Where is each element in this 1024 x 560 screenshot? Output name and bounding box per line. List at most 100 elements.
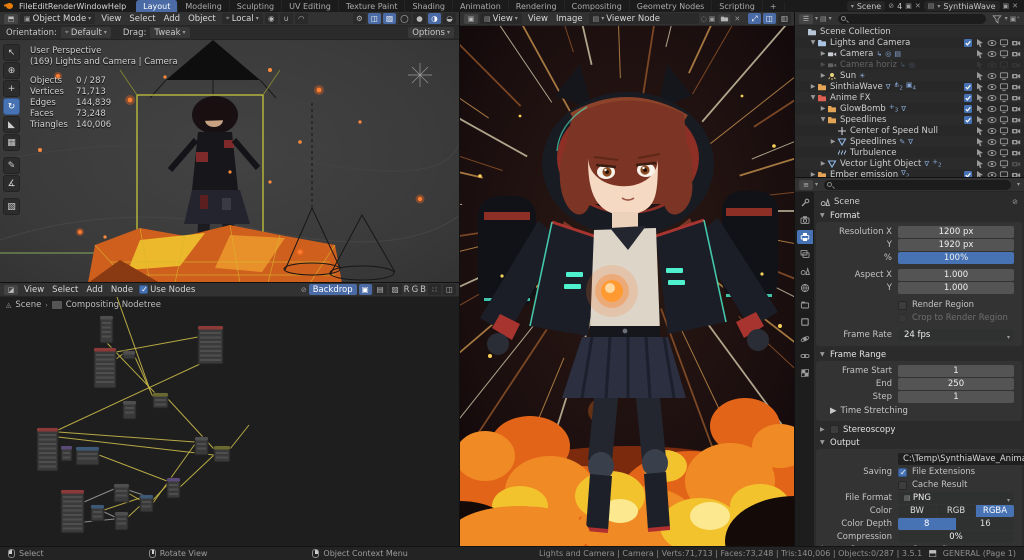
viewport-canvas[interactable]: ↖ ⊕ + ↻ ◣ ▦ ✎ ∡ ▧ User Perspective (169) Lights …	[0, 40, 460, 283]
value-field-aspect-x[interactable]: 1.000	[898, 269, 1014, 281]
disclosure-triangle[interactable]: ▶	[819, 50, 827, 57]
new-scene-icon[interactable]: ▣	[905, 2, 912, 10]
options-dropdown[interactable]: Options ▾	[408, 27, 454, 38]
topbar-menu-file[interactable]: File	[19, 2, 32, 11]
restrict-cam-icon[interactable]	[1010, 38, 1021, 48]
restrict-ptr-icon[interactable]	[974, 60, 985, 70]
channel-r[interactable]: R	[404, 285, 410, 295]
tool-rotate[interactable]: ↻	[3, 98, 20, 115]
restrict-cam-icon[interactable]	[1010, 49, 1021, 59]
drag-dropdown[interactable]: Tweak ▾	[150, 27, 190, 38]
open-image-icon[interactable]	[718, 13, 731, 24]
comp-node-4[interactable]	[122, 400, 137, 420]
tool-scale[interactable]: ◣	[3, 116, 20, 133]
comp-node-8[interactable]	[75, 446, 100, 466]
workspace-tab-sculpting[interactable]: Sculpting	[230, 0, 283, 12]
disclosure-triangle[interactable]: ▼	[809, 94, 817, 101]
restrict-eye-icon[interactable]	[986, 126, 997, 136]
remove-viewlayer-icon[interactable]: ✕	[1012, 2, 1018, 10]
restrict-cam-icon[interactable]	[1010, 137, 1021, 147]
restrict-eye-icon[interactable]	[986, 148, 997, 158]
comp-node-3[interactable]	[197, 325, 224, 365]
scene-users-badge[interactable]: 4	[897, 2, 902, 11]
compositor-menu-select[interactable]: Select	[48, 285, 82, 295]
outliner-row-lights-and-camera[interactable]: ▼ Lights and Camera	[795, 37, 1024, 48]
workspace-tab-uv-editing[interactable]: UV Editing	[282, 0, 339, 12]
outliner-row-ember-emission[interactable]: ▶ Ember emission ∇2	[795, 169, 1024, 178]
overlays-toggle-icon[interactable]: ◫	[763, 13, 776, 24]
disclosure-triangle[interactable]: ▶	[829, 138, 837, 145]
restrict-ptr-icon[interactable]	[974, 137, 985, 147]
restrict-scr-icon[interactable]	[998, 104, 1009, 114]
add-workspace-button[interactable]: +	[763, 1, 785, 11]
properties-search-input[interactable]	[824, 179, 1011, 190]
properties-tab-constraints[interactable]	[797, 349, 813, 363]
workspace-tab-layout[interactable]: Layout	[136, 0, 179, 12]
restrict-cam-icon[interactable]	[1010, 148, 1021, 158]
properties-tab-scene[interactable]	[797, 264, 813, 278]
restrict-cam-icon[interactable]	[1010, 126, 1021, 136]
value-field-resolution-x[interactable]: 1200 px	[898, 226, 1014, 238]
disclosure-triangle[interactable]: ▶	[809, 83, 817, 90]
comp-node-7[interactable]	[60, 445, 73, 462]
gizmo-toggle-icon[interactable]: ⚙	[353, 13, 366, 24]
outliner-row-vector-light-object[interactable]: ▶ Vector Light Object ∇ +2	[795, 158, 1024, 169]
outliner-row-speedlines[interactable]: ▶ Speedlines ✎ ∇	[795, 136, 1024, 147]
mode-dropdown[interactable]: ▣ Object Mode ▾	[20, 13, 96, 24]
image-editor-menu-view[interactable]: View	[524, 14, 552, 24]
panel-checkbox-stereoscopy[interactable]	[830, 425, 839, 434]
outliner-row-sun[interactable]: ▶ Sun ☀	[795, 70, 1024, 81]
restrict-ptr-icon[interactable]	[974, 104, 985, 114]
topbar-menu-help[interactable]: Help	[108, 2, 126, 11]
viewport-menu-select[interactable]: Select	[125, 14, 159, 24]
comp-node-15[interactable]	[114, 511, 129, 531]
restrict-ptr-icon[interactable]	[974, 148, 985, 158]
restrict-eye-icon[interactable]	[986, 49, 997, 59]
new-image-icon[interactable]: ▣	[709, 15, 716, 23]
restrict-ptr-icon[interactable]	[974, 115, 985, 125]
slider--[interactable]: 100%	[898, 252, 1014, 264]
outliner-row-center-of-speed-null[interactable]: Center of Speed Null	[795, 125, 1024, 136]
outliner-row-camera[interactable]: ▶ Camera ↳ ◎ ▤	[795, 48, 1024, 59]
restrict-ptr-icon[interactable]	[974, 126, 985, 136]
properties-options-icon[interactable]: ▾	[1017, 181, 1020, 188]
outliner-row-camera-horiz[interactable]: ▶ Camera horiz ↳ ◎	[795, 59, 1024, 70]
restrict-scr-icon[interactable]	[998, 93, 1009, 103]
option-8[interactable]: 8	[898, 518, 956, 530]
scene-selector[interactable]: ▾ Scene	[846, 1, 886, 11]
workspace-tab-scripting[interactable]: Scripting	[712, 0, 763, 12]
restrict-check-icon[interactable]	[962, 170, 973, 179]
output-path-field[interactable]: C:\Temp\SynthiaWave_Animation_v01	[898, 453, 1024, 465]
new-collection-icon[interactable]: ▣⁺	[1010, 15, 1020, 23]
restrict-cam-icon[interactable]	[1010, 93, 1021, 103]
image-datablock-selector[interactable]: ▤ ▾ Viewer Node	[588, 13, 699, 24]
restrict-eye-icon[interactable]	[986, 137, 997, 147]
outliner-row-glowbomb[interactable]: ▶ GlowBomb +3 ∇	[795, 103, 1024, 114]
restrict-scr-icon[interactable]	[998, 49, 1009, 59]
snapping-icon[interactable]: ∷	[428, 284, 441, 295]
tool-move[interactable]: +	[3, 80, 20, 97]
shading-material-icon[interactable]: ◑	[428, 13, 441, 24]
disclosure-triangle[interactable]: ▶	[819, 72, 827, 79]
channel-b[interactable]: B	[420, 285, 426, 295]
tool-select-box[interactable]: ↖	[3, 44, 20, 61]
channel-color-alpha-icon[interactable]: ▣	[358, 284, 372, 295]
snap-magnet-icon[interactable]: ∪	[279, 13, 293, 24]
slider-compression[interactable]: 0%	[898, 531, 1014, 543]
new-viewlayer-icon[interactable]: ▣	[1003, 2, 1010, 10]
restrict-eye-icon[interactable]	[986, 170, 997, 179]
panel-header-stereoscopy[interactable]: ▶ Stereoscopy	[816, 423, 1022, 436]
restrict-check-icon[interactable]	[962, 115, 973, 125]
restrict-cam-icon[interactable]	[1010, 159, 1021, 169]
option-rgb[interactable]: RGB	[937, 505, 975, 517]
checkbox-cache-result[interactable]	[898, 480, 907, 490]
restrict-scr-icon[interactable]	[998, 148, 1009, 158]
workspace-tab-shading[interactable]: Shading	[405, 0, 453, 12]
viewlayer-selector[interactable]: ▤ ▾ SynthiaWave	[923, 1, 1000, 11]
subpanel-time-stretching[interactable]: ▶ Time Stretching	[816, 404, 1018, 417]
comp-node-12[interactable]	[60, 489, 85, 534]
checkbox-file-extensions[interactable]	[898, 467, 907, 477]
workspace-tab-rendering[interactable]: Rendering	[509, 0, 565, 12]
restrict-cam-icon[interactable]	[1010, 71, 1021, 81]
tool-add-cube[interactable]: ▧	[3, 198, 20, 215]
